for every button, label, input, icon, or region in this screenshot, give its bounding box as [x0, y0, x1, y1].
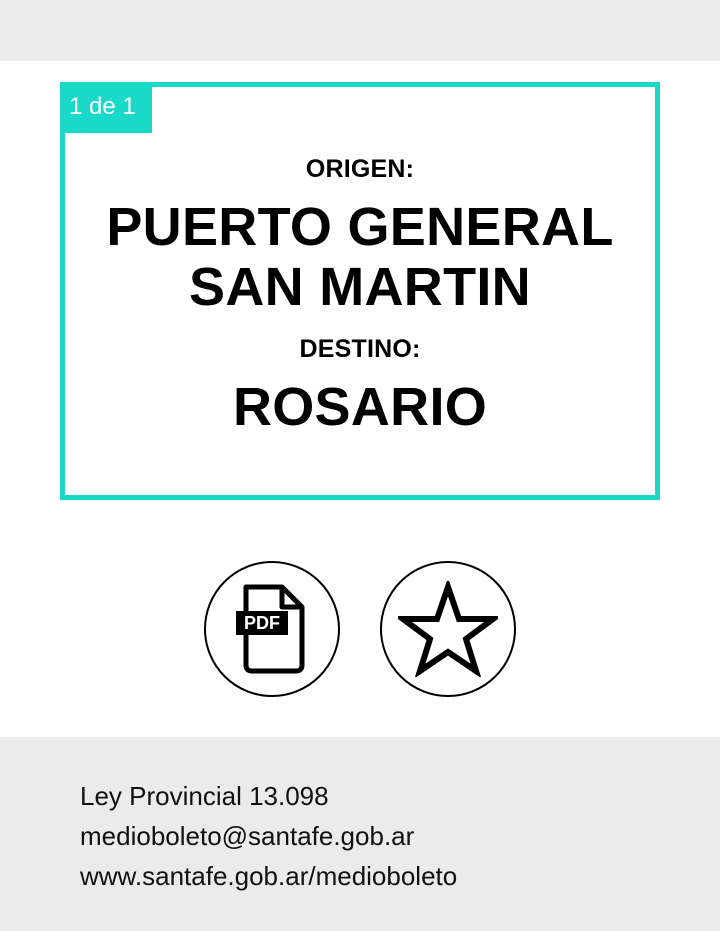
favorite-button[interactable]: [380, 561, 516, 697]
origin-name-line-1: PUERTO GENERAL: [106, 197, 614, 257]
contact-email[interactable]: medioboleto@santafe.gob.ar: [80, 821, 414, 852]
law-text: Ley Provincial 13.098: [80, 781, 329, 811]
origin-name-line-2: SAN MARTIN: [189, 257, 531, 317]
star-outline-icon: [398, 581, 498, 677]
footer: Ley Provincial 13.098 medioboleto@santaf…: [0, 737, 720, 931]
page-counter-badge: 1 de 1: [65, 87, 152, 133]
origin-name: PUERTO GENERAL SAN MARTIN: [65, 197, 655, 317]
pdf-file-icon: PDF: [236, 584, 305, 674]
destination-label: DESTINO:: [299, 335, 421, 363]
download-pdf-button[interactable]: PDF: [204, 561, 340, 697]
destination-name: ROSARIO: [232, 377, 488, 437]
route-card: 1 de 1 ORIGEN: PUERTO GENERAL SAN MARTIN…: [60, 82, 660, 500]
pdf-icon-text: PDF: [244, 613, 280, 633]
website-link[interactable]: www.santafe.gob.ar/medioboleto: [80, 861, 457, 892]
origin-label: ORIGEN:: [305, 155, 415, 183]
top-bar: [0, 0, 720, 61]
